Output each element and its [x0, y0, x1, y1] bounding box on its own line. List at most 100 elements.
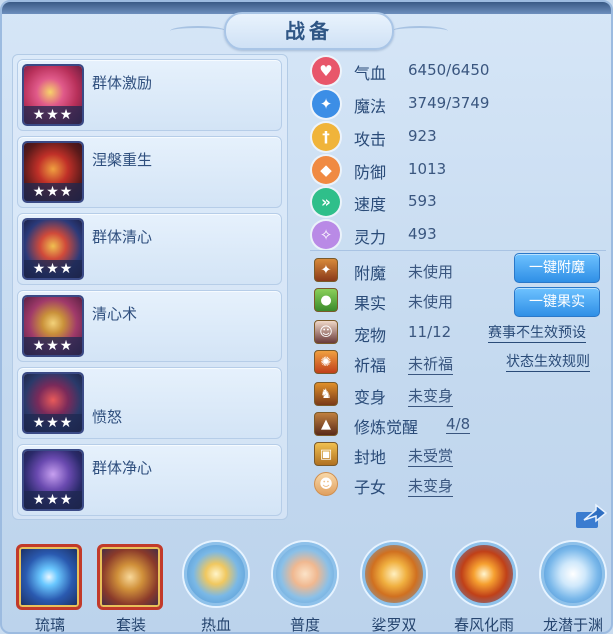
heart-icon: ♥	[312, 57, 340, 85]
bracelet-icon: ★★★	[22, 372, 84, 434]
sword-icon: †	[312, 123, 340, 151]
attr-value: 3749/3749	[408, 94, 490, 112]
page-title: 战备	[285, 19, 333, 43]
attr-value: 1013	[408, 160, 447, 178]
skill-stars: ★★★	[24, 337, 82, 355]
status-value: 未使用	[408, 293, 454, 311]
skill-card[interactable]: ★★★ 涅槃重生	[17, 136, 282, 208]
purple-warrior-icon: ★★★	[22, 449, 84, 511]
attr-label: 防御	[354, 163, 387, 182]
status-value[interactable]: 4/8	[446, 415, 471, 434]
attr-label: 速度	[354, 195, 387, 214]
bottom-bar: 琉璃 套装 热血 普度 娑罗双 春风化雨 龙潜于渊	[2, 532, 611, 632]
status-value: 未使用	[408, 263, 454, 281]
skill-stars: ★★★	[24, 260, 82, 278]
bottom-item-hot-blood[interactable]: 热血	[180, 540, 252, 632]
skill-name: 群体净心	[92, 459, 153, 477]
bottom-item-label: 龙潜于渊	[542, 616, 603, 634]
fief-icon: ▣	[314, 442, 338, 466]
bottom-item-label: 娑罗双	[371, 616, 417, 634]
blessing-icon: ✺	[314, 350, 338, 374]
title-ornament-left	[170, 26, 226, 36]
crystal-orb-icon	[16, 544, 82, 610]
sal-tree-icon	[362, 542, 426, 606]
skill-card[interactable]: ★★★ 愤怒	[17, 367, 282, 439]
status-value[interactable]: 未祈福	[408, 353, 454, 375]
skill-card[interactable]: ★★★ 群体清心	[17, 213, 282, 285]
status-label: 附魔	[354, 264, 387, 283]
bottom-item-label: 琉璃	[34, 616, 65, 634]
bottom-item-liuli[interactable]: 琉璃	[14, 540, 86, 632]
skill-name: 清心术	[92, 305, 138, 323]
skill-name: 群体激励	[92, 74, 153, 92]
bottom-item-sal-tree[interactable]: 娑罗双	[358, 540, 430, 632]
battle-prep-panel: 战备 ★★★ 群体激励 ★★★ 涅槃重生 ★★★ 群体清心 ★★★ 清心术 ★★…	[0, 0, 613, 634]
skill-list[interactable]: ★★★ 群体激励 ★★★ 涅槃重生 ★★★ 群体清心 ★★★ 清心术 ★★★ 愤…	[12, 54, 288, 520]
child-icon: ☻	[314, 472, 338, 496]
shield-icon: ◆	[312, 156, 340, 184]
status-label: 修炼觉醒	[354, 418, 419, 437]
skill-card[interactable]: ★★★ 清心术	[17, 290, 282, 362]
bottom-item-label: 套装	[115, 616, 146, 634]
status-label: 果实	[354, 294, 387, 313]
divider	[310, 250, 606, 251]
title-ornament-right	[392, 26, 448, 36]
skill-name: 群体清心	[92, 228, 153, 246]
bottom-item-dragon[interactable]: 龙潜于渊	[537, 540, 609, 632]
skill-stars: ★★★	[24, 414, 82, 432]
status-label: 宠物	[354, 326, 387, 345]
status-value: 11/12	[408, 323, 452, 341]
mask-icon: ★★★	[22, 218, 84, 280]
skill-stars: ★★★	[24, 106, 82, 124]
pet-icon: ☺	[314, 320, 338, 344]
mana-icon: ✦	[312, 90, 340, 118]
status-value[interactable]: 未变身	[408, 385, 454, 407]
dragon-icon	[541, 542, 605, 606]
status-rules-link[interactable]: 状态生效规则	[506, 351, 590, 372]
bottom-item-spring-rain[interactable]: 春风化雨	[448, 540, 520, 632]
feather-fan-icon: ★★★	[22, 64, 84, 126]
skill-name: 涅槃重生	[92, 151, 153, 169]
status-label: 子女	[354, 478, 387, 497]
skill-card[interactable]: ★★★ 群体激励	[17, 59, 282, 131]
hot-blood-icon	[184, 542, 248, 606]
status-label: 祈福	[354, 356, 387, 375]
treasure-pot-icon	[97, 544, 163, 610]
attr-value: 493	[408, 225, 437, 243]
attr-label: 魔法	[354, 97, 387, 116]
bottom-item-label: 热血	[200, 616, 231, 634]
status-label: 封地	[354, 448, 387, 467]
attr-value: 923	[408, 127, 437, 145]
bottom-item-suit[interactable]: 套装	[95, 540, 167, 632]
cultivation-icon: ▲	[314, 412, 338, 436]
spirit-icon: ✧	[312, 221, 340, 249]
attr-label: 灵力	[354, 228, 387, 247]
transform-icon: ♞	[314, 382, 338, 406]
skill-stars: ★★★	[24, 491, 82, 509]
enchant-icon: ✦	[314, 258, 338, 282]
speed-icon: »	[312, 188, 340, 216]
golden-chain-icon: ★★★	[22, 295, 84, 357]
attr-value: 593	[408, 192, 437, 210]
skill-name: 愤怒	[92, 408, 123, 426]
attr-label: 攻击	[354, 130, 387, 149]
skill-stars: ★★★	[24, 183, 82, 201]
bottom-item-label: 春风化雨	[453, 616, 514, 634]
fruit-icon: ●	[314, 288, 338, 312]
palm-icon	[273, 542, 337, 606]
attr-value: 6450/6450	[408, 61, 490, 79]
one-click-enchant-button[interactable]: 一键附魔	[514, 253, 600, 283]
status-label: 变身	[354, 388, 387, 407]
title-banner: 战备	[224, 12, 394, 50]
share-icon[interactable]	[574, 502, 608, 532]
status-value[interactable]: 未变身	[408, 475, 454, 497]
spring-rain-icon	[452, 542, 516, 606]
bottom-item-pudu[interactable]: 普度	[269, 540, 341, 632]
event-invalid-preset-link[interactable]: 赛事不生效预设	[488, 322, 586, 343]
status-value[interactable]: 未受赏	[408, 445, 454, 467]
skill-card[interactable]: ★★★ 群体净心	[17, 444, 282, 516]
bottom-item-label: 普度	[289, 616, 320, 634]
phoenix-helmet-icon: ★★★	[22, 141, 84, 203]
attr-label: 气血	[354, 64, 387, 83]
one-click-fruit-button[interactable]: 一键果实	[514, 287, 600, 317]
